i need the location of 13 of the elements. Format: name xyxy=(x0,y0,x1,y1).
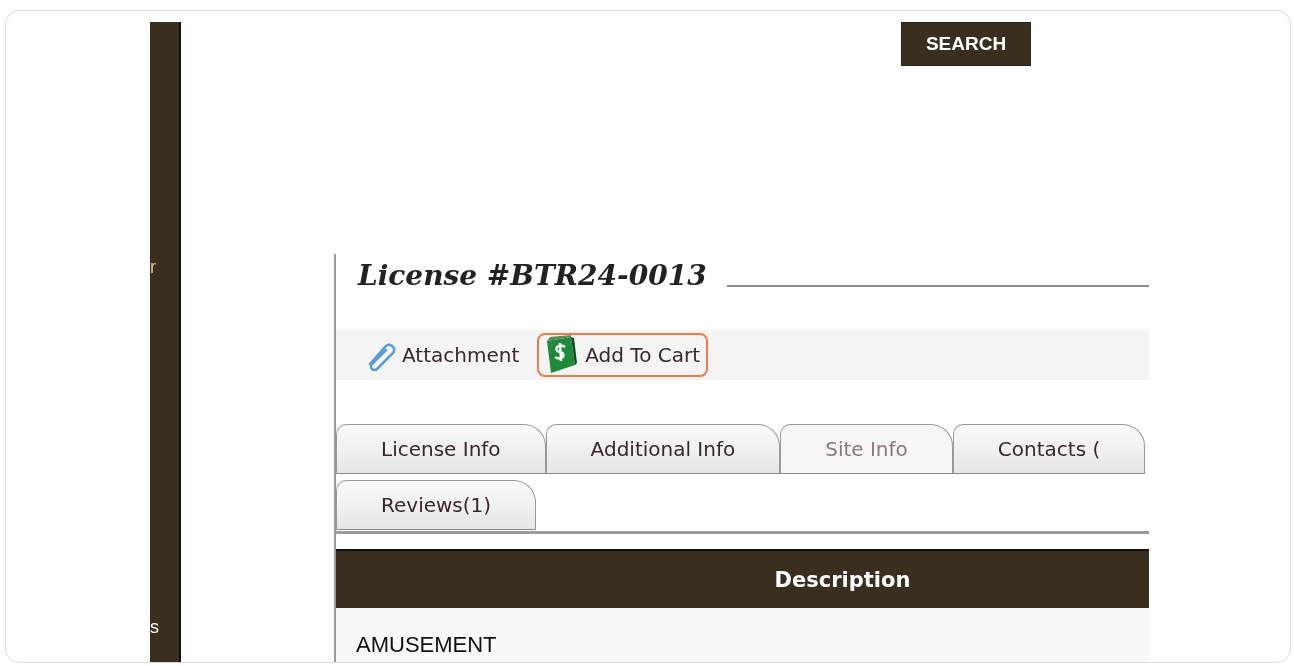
attachment-link[interactable]: Attachment xyxy=(358,333,528,377)
tab[interactable]: Reviews(1) xyxy=(336,480,537,530)
license-title: License #BTR24-0013 xyxy=(358,258,707,292)
search-button[interactable]: SEARCH xyxy=(901,22,1031,66)
sidebar-text: r xyxy=(150,258,156,276)
tab[interactable]: Additional Info xyxy=(545,424,781,474)
tab[interactable]: License Info xyxy=(336,424,546,474)
add-to-cart-link[interactable]: Add To Cart xyxy=(537,333,709,377)
table-cell-text: AMUSEMENT xyxy=(355,632,497,658)
column-header: Description xyxy=(773,567,912,592)
tab[interactable]: Contacts ( xyxy=(952,424,1146,474)
tab[interactable]: Site Info xyxy=(780,424,953,474)
sidebar-text: s xyxy=(150,618,159,636)
